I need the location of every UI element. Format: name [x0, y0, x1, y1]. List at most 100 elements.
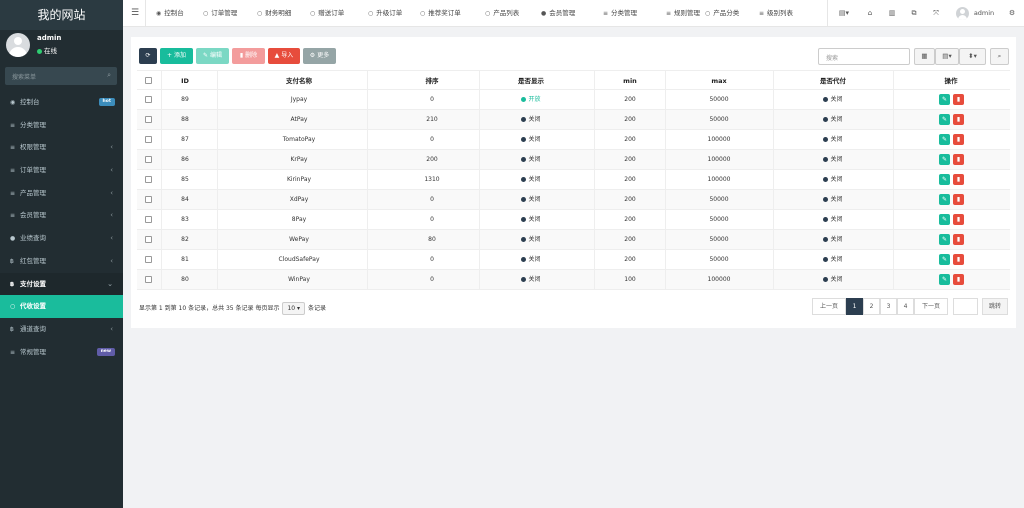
sidebar-item[interactable]: ≡ 产品管理 ‹ [0, 182, 123, 205]
top-user-name[interactable]: admin [973, 0, 995, 27]
import-button[interactable]: ▲ 导入 [268, 48, 300, 64]
sidebar-search-input[interactable]: 搜索菜单 ⌕ [5, 67, 117, 85]
prev-page-button[interactable]: 上一页 [812, 298, 846, 315]
row-delete-button[interactable]: ▮ [953, 214, 964, 225]
top-tab[interactable]: ○ 推荐奖订单 [420, 0, 461, 27]
row-delete-button[interactable]: ▮ [953, 154, 964, 165]
row-edit-button[interactable]: ✎ [939, 94, 950, 105]
row-delete-button[interactable]: ▮ [953, 254, 964, 265]
column-header[interactable]: ID [135, 71, 235, 91]
settings-icon[interactable]: ⚙ [1005, 0, 1019, 27]
column-header[interactable]: 支付名称 [249, 71, 349, 91]
row-delete-button[interactable]: ▮ [953, 134, 964, 145]
sidebar-item[interactable]: ● 业绩查询 ‹ [0, 227, 123, 250]
column-header[interactable]: 操作 [901, 71, 1001, 91]
list-icon: ≡ [10, 189, 16, 197]
row-edit-button[interactable]: ✎ [939, 274, 950, 285]
top-tab[interactable]: ≡ 规则管理 [666, 0, 700, 27]
search-button[interactable]: ⌕ [990, 48, 1009, 65]
page-number-button[interactable]: 2 [863, 298, 880, 315]
sidebar-item[interactable]: ≡ 常规管理 new [0, 341, 123, 364]
jump-button[interactable]: 跳转 [982, 298, 1008, 315]
column-divider [161, 130, 162, 150]
sidebar-item[interactable]: ○ 代收设置 [0, 295, 123, 318]
sidebar-item[interactable]: ≡ 会员管理 ‹ [0, 204, 123, 227]
top-tab[interactable]: ● 会员管理 [541, 0, 575, 27]
sidebar-item[interactable]: ฿ 红包管理 ‹ [0, 250, 123, 273]
row-edit-button[interactable]: ✎ [939, 254, 950, 265]
trash-icon[interactable]: ▥ [885, 0, 899, 27]
home-icon[interactable]: ⌂ [863, 0, 877, 27]
row-edit-button[interactable]: ✎ [939, 234, 950, 245]
sidebar-item[interactable]: ◉ 控制台 hot [0, 91, 123, 114]
column-header[interactable]: max [669, 71, 769, 91]
table-row[interactable]: 81 CloudSafePay 0 关闭 200 50000 关闭 ✎ ▮ [137, 250, 1010, 270]
row-delete-button[interactable]: ▮ [953, 274, 964, 285]
row-delete-button[interactable]: ▮ [953, 174, 964, 185]
top-tab[interactable]: ○ 产品分类 [705, 0, 739, 27]
top-tab[interactable]: ◉ 控制台 [156, 0, 184, 27]
sidebar-item[interactable]: ≡ 权限管理 ‹ [0, 136, 123, 159]
toggle-view-button[interactable]: ▦ [914, 48, 935, 65]
payout-status: 关闭 [783, 210, 883, 230]
edit-button[interactable]: ✎ 编辑 [196, 48, 229, 64]
avatar [6, 33, 30, 57]
table-row[interactable]: 88 AtPay 210 关闭 200 50000 关闭 ✎ ▮ [137, 110, 1010, 130]
top-tab[interactable]: ○ 订单管理 [203, 0, 237, 27]
top-tab[interactable]: ○ 财务明细 [257, 0, 291, 27]
page-number-button[interactable]: 4 [897, 298, 914, 315]
language-icon[interactable]: ⧉ [907, 0, 921, 27]
table-row[interactable]: 83 8Pay 0 关闭 200 50000 关闭 ✎ ▮ [137, 210, 1010, 230]
columns-button[interactable]: ▤▾ [935, 48, 959, 65]
table-row[interactable]: 82 WePay 80 关闭 200 50000 关闭 ✎ ▮ [137, 230, 1010, 250]
column-header[interactable]: 是否代付 [783, 71, 883, 91]
row-edit-button[interactable]: ✎ [939, 114, 950, 125]
column-header[interactable]: 排序 [382, 71, 482, 91]
row-edit-button[interactable]: ✎ [939, 134, 950, 145]
next-page-button[interactable]: 下一页 [914, 298, 948, 315]
sidebar-item[interactable]: ≡ 分类管理 [0, 114, 123, 137]
table-search-input[interactable]: 搜索 [818, 48, 910, 65]
table-row[interactable]: 89 Jypay 0 开放 200 50000 关闭 ✎ ▮ [137, 90, 1010, 110]
add-button[interactable]: + 添加 [160, 48, 193, 64]
column-header[interactable]: 是否显示 [481, 71, 581, 91]
row-edit-button[interactable]: ✎ [939, 214, 950, 225]
status-dot-icon [521, 257, 527, 262]
page-size-select[interactable]: 10 ▾ [282, 302, 306, 315]
row-delete-button[interactable]: ▮ [953, 114, 964, 125]
row-edit-button[interactable]: ✎ [939, 154, 950, 165]
table-row[interactable]: 86 KrPay 200 关闭 200 100000 关闭 ✎ ▮ [137, 150, 1010, 170]
sidebar-item[interactable]: ฿ 通道查询 ‹ [0, 318, 123, 341]
refresh-button[interactable]: ⟳ [139, 48, 157, 64]
table-row[interactable]: 85 KirinPay 1310 关闭 200 100000 关闭 ✎ ▮ [137, 170, 1010, 190]
row-delete-button[interactable]: ▮ [953, 94, 964, 105]
more-button[interactable]: ⚙ 更多 [303, 48, 336, 64]
site-brand[interactable]: 我的网站 [0, 0, 123, 30]
top-tab[interactable]: ○ 赠送订单 [310, 0, 344, 27]
top-tab[interactable]: ○ 产品列表 [485, 0, 519, 27]
page-number-button[interactable]: 3 [880, 298, 897, 315]
tab-dropdown-button[interactable]: ▤▾ [833, 0, 855, 27]
row-delete-button[interactable]: ▮ [953, 234, 964, 245]
search-icon[interactable]: ⌕ [107, 71, 111, 80]
delete-button[interactable]: ▮ 删除 [232, 48, 265, 64]
page-jump-input[interactable] [953, 298, 978, 315]
top-tab[interactable]: ≡ 级别列表 [759, 0, 793, 27]
top-tab[interactable]: ○ 升级订单 [368, 0, 402, 27]
top-tab[interactable]: ≡ 分类管理 [603, 0, 637, 27]
status-label: 关闭 [528, 156, 541, 163]
fullscreen-icon[interactable]: ⤧ [929, 0, 943, 27]
page-number-button[interactable]: 1 [846, 298, 863, 315]
export-button[interactable]: ⬍▾ [959, 48, 986, 65]
table-row[interactable]: 80 WinPay 0 关闭 100 100000 关闭 ✎ ▮ [137, 270, 1010, 290]
row-edit-button[interactable]: ✎ [939, 194, 950, 205]
display-status: 开放 [481, 90, 581, 110]
sidebar-item[interactable]: ฿ 支付设置 ⌄ [0, 272, 123, 296]
row-delete-button[interactable]: ▮ [953, 194, 964, 205]
row-edit-button[interactable]: ✎ [939, 174, 950, 185]
table-row[interactable]: 87 TomatoPay 0 关闭 200 100000 关闭 ✎ ▮ [137, 130, 1010, 150]
sidebar-item[interactable]: ≡ 订单管理 ‹ [0, 159, 123, 182]
top-avatar[interactable] [956, 7, 969, 20]
menu-toggle-icon[interactable]: ☰ [131, 8, 139, 18]
table-row[interactable]: 84 XdPay 0 关闭 200 50000 关闭 ✎ ▮ [137, 190, 1010, 210]
